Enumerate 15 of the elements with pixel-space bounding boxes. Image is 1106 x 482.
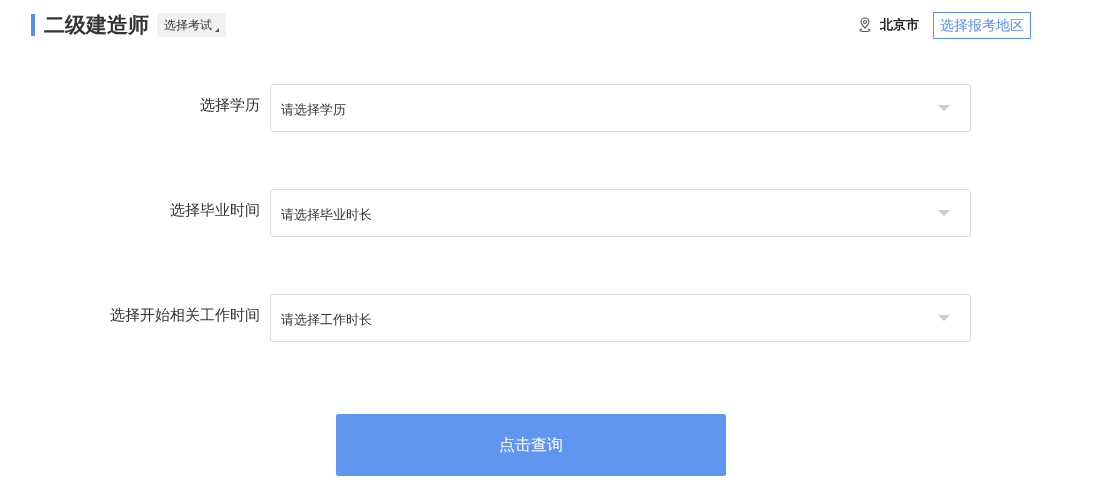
dropdown-arrow-icon xyxy=(938,105,950,111)
select-field[interactable]: 请选择学历 xyxy=(270,84,971,132)
exam-select-button[interactable]: 选择考试 xyxy=(157,13,226,37)
dropdown-arrow-icon xyxy=(938,315,950,321)
title-accent-bar xyxy=(31,14,35,36)
city-name: 北京市 xyxy=(880,16,919,35)
corner-triangle-icon xyxy=(215,28,219,32)
dropdown-arrow-icon xyxy=(938,210,950,216)
location-pin-icon xyxy=(858,17,872,33)
field-label: 选择开始相关工作时间 xyxy=(109,304,260,325)
select-field[interactable]: 请选择工作时长 xyxy=(270,294,971,342)
page-title: 二级建造师 xyxy=(44,12,149,39)
select-field[interactable]: 请选择毕业时长 xyxy=(270,189,971,237)
field-label: 选择学历 xyxy=(199,94,260,115)
field-label: 选择毕业时间 xyxy=(169,199,260,220)
